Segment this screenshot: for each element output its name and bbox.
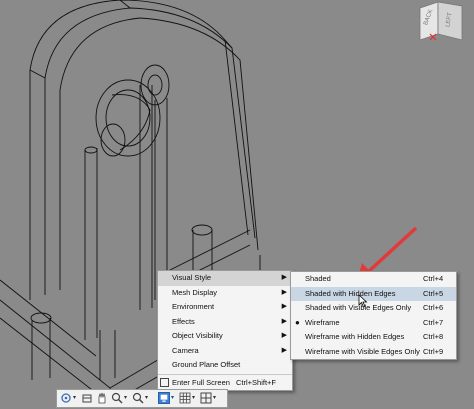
chevron-down-icon[interactable]: ▾	[124, 394, 127, 401]
menu-item-label: Enter Full Screen	[172, 377, 230, 387]
mouse-pointer-icon	[358, 294, 368, 308]
menu-item-visual-style[interactable]: Visual Style ▶	[158, 271, 292, 286]
menu-item-label: Camera	[172, 345, 199, 355]
menu-item-label: Wireframe with Hidden Edges	[305, 332, 405, 341]
full-screen-icon	[160, 377, 169, 387]
menu-item-label: Wireframe	[305, 317, 340, 327]
menu-item-label: Object Visibility	[172, 331, 223, 340]
chevron-down-icon[interactable]: ▾	[171, 394, 174, 401]
menu-item-mesh-display[interactable]: Mesh Display ▶	[158, 286, 292, 301]
menu-item-label: Effects	[172, 316, 195, 326]
menu-item-enter-full-screen[interactable]: Enter Full Screen Ctrl+Shift+F	[158, 376, 292, 391]
submenu-arrow-icon: ▶	[281, 288, 287, 296]
chevron-down-icon[interactable]: ▾	[213, 394, 216, 401]
menu-item-wireframe-visible-edges[interactable]: Wireframe with Visible Edges Only Ctrl+9	[291, 345, 456, 360]
viewcube[interactable]: BACK LEFT	[416, 0, 474, 46]
menu-item-wireframe-hidden-edges[interactable]: Wireframe with Hidden Edges Ctrl+8	[291, 330, 456, 345]
grid-icon[interactable]	[179, 392, 191, 404]
menu-separator	[158, 373, 292, 375]
menu-item-environment[interactable]: Environment ▶	[158, 300, 292, 315]
submenu-arrow-icon: ▶	[281, 303, 287, 310]
menu-item-label: Visual Style	[172, 273, 212, 282]
chevron-down-icon[interactable]: ▾	[145, 394, 148, 401]
chevron-down-icon[interactable]: ▾	[192, 394, 195, 401]
visual-style-submenu: Shaded Ctrl+4 Shaded with Hidden Edges C…	[290, 271, 457, 360]
submenu-arrow-icon: ▶	[281, 346, 287, 354]
chevron-down-icon[interactable]: ▾	[73, 394, 76, 401]
menu-item-shortcut: Ctrl+6	[423, 303, 444, 312]
menu-item-object-visibility[interactable]: Object Visibility ▶	[158, 329, 292, 344]
menu-item-label: Shaded	[305, 274, 331, 283]
menu-item-camera[interactable]: Camera ▶	[158, 344, 292, 359]
zoom-window-icon[interactable]	[132, 392, 144, 404]
menu-item-shortcut: Ctrl+Shift+F	[236, 377, 277, 387]
menu-item-shaded[interactable]: Shaded Ctrl+4	[291, 272, 456, 287]
display-settings-icon[interactable]	[158, 392, 170, 404]
menu-item-effects[interactable]: Effects ▶	[158, 315, 292, 330]
menu-item-shortcut: Ctrl+7	[423, 317, 444, 327]
submenu-arrow-icon: ▶	[281, 274, 287, 281]
menu-item-shaded-visible-edges[interactable]: Shaded with Visible Edges Only Ctrl+6	[291, 301, 456, 316]
menu-item-label: Wireframe with Visible Edges Only	[305, 346, 420, 356]
menu-item-shortcut: Ctrl+5	[423, 288, 444, 298]
menu-item-shortcut: Ctrl+4	[423, 274, 444, 283]
menu-item-label: Ground Plane Offset	[172, 360, 241, 369]
selected-radio-icon: ●	[295, 317, 300, 327]
menu-item-ground-plane-offset[interactable]: Ground Plane Offset	[158, 358, 292, 373]
menu-item-label: Shaded with Hidden Edges	[305, 288, 396, 298]
navigation-toolbar: ▾ ▾ ▾ ▾ ▾ ▾	[56, 389, 228, 408]
view-layout-icon[interactable]	[200, 392, 212, 404]
menu-item-shortcut: Ctrl+8	[423, 332, 444, 341]
menu-item-shortcut: Ctrl+9	[423, 346, 444, 356]
menu-item-shaded-hidden-edges[interactable]: Shaded with Hidden Edges Ctrl+5	[291, 286, 456, 301]
zoom-icon[interactable]	[111, 392, 123, 404]
pan-icon[interactable]	[96, 392, 108, 404]
menu-item-label: Mesh Display	[172, 287, 218, 297]
visual-menu: Visual Style ▶ Mesh Display ▶ Environmen…	[157, 270, 293, 391]
submenu-arrow-icon: ▶	[281, 317, 287, 325]
menu-item-label: Environment	[172, 302, 215, 311]
look-at-icon[interactable]	[81, 392, 93, 404]
menu-item-wireframe[interactable]: ● Wireframe Ctrl+7	[291, 316, 456, 331]
orbit-icon[interactable]	[60, 392, 72, 404]
submenu-arrow-icon: ▶	[281, 332, 287, 339]
